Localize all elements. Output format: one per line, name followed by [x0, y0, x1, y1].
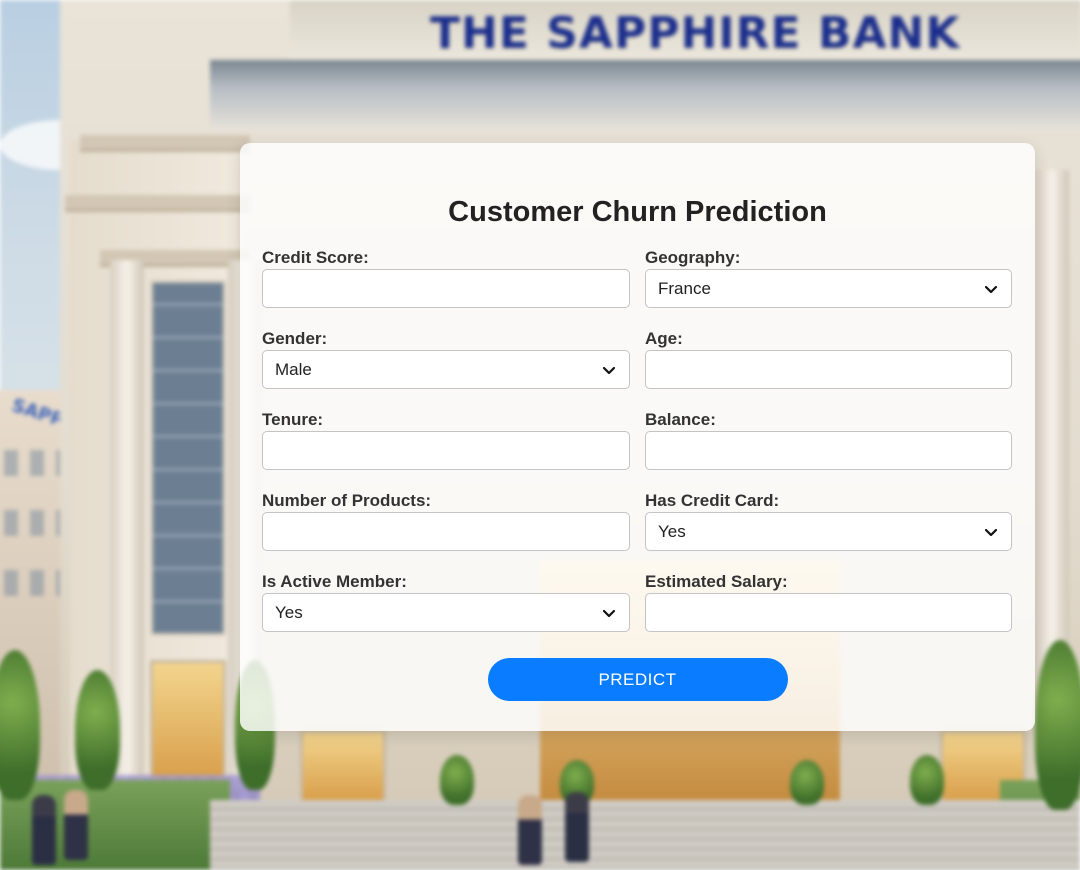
predict-button-row: PREDICT [240, 658, 1035, 701]
estimated-salary-input[interactable] [645, 593, 1012, 632]
prediction-form: Credit Score: Geography: France Gender: … [262, 247, 1012, 652]
prediction-form-card: Customer Churn Prediction Credit Score: … [240, 143, 1035, 731]
balance-label: Balance: [645, 410, 716, 429]
gender-field: Gender: Male [262, 328, 630, 409]
tenure-field: Tenure: [262, 409, 630, 490]
num-products-field: Number of Products: [262, 490, 630, 571]
chevron-down-icon [601, 362, 617, 378]
gender-label: Gender: [262, 329, 328, 348]
gender-select[interactable]: Male [262, 350, 630, 389]
num-products-label: Number of Products: [262, 491, 432, 510]
has-credit-card-field: Has Credit Card: Yes [645, 490, 1012, 571]
has-credit-card-select[interactable]: Yes [645, 512, 1012, 551]
geography-select[interactable]: France [645, 269, 1012, 308]
age-field: Age: [645, 328, 1012, 409]
chevron-down-icon [983, 524, 999, 540]
chevron-down-icon [983, 281, 999, 297]
entrance-steps [210, 800, 1080, 870]
has-credit-card-label: Has Credit Card: [645, 491, 780, 510]
geography-selected-value: France [658, 278, 711, 298]
form-title: Customer Churn Prediction [448, 196, 827, 228]
credit-score-field: Credit Score: [262, 247, 630, 328]
age-label: Age: [645, 329, 683, 348]
predict-button[interactable]: PREDICT [487, 658, 788, 701]
tenure-input[interactable] [262, 431, 630, 470]
bank-sign-text: THE SAPPHIRE BANK [430, 8, 961, 59]
chevron-down-icon [601, 605, 617, 621]
age-input[interactable] [645, 350, 1012, 389]
geography-field: Geography: France [645, 247, 1012, 328]
geography-label: Geography: [645, 248, 741, 267]
credit-score-label: Credit Score: [262, 248, 369, 267]
is-active-member-selected-value: Yes [275, 602, 303, 622]
roof-cornice [210, 60, 1080, 130]
tenure-label: Tenure: [262, 410, 324, 429]
balance-field: Balance: [645, 409, 1012, 490]
estimated-salary-label: Estimated Salary: [645, 572, 788, 591]
has-credit-card-selected-value: Yes [658, 521, 686, 541]
is-active-member-field: Is Active Member: Yes [262, 571, 630, 652]
estimated-salary-field: Estimated Salary: [645, 571, 1012, 652]
balance-input[interactable] [645, 431, 1012, 470]
is-active-member-select[interactable]: Yes [262, 593, 630, 632]
page: SAPPHIRE THE SAPPHIRE BANK [0, 0, 1080, 870]
gender-selected-value: Male [275, 359, 312, 379]
credit-score-input[interactable] [262, 269, 630, 308]
tall-window [150, 280, 226, 636]
num-products-input[interactable] [262, 512, 630, 551]
is-active-member-label: Is Active Member: [262, 572, 407, 591]
